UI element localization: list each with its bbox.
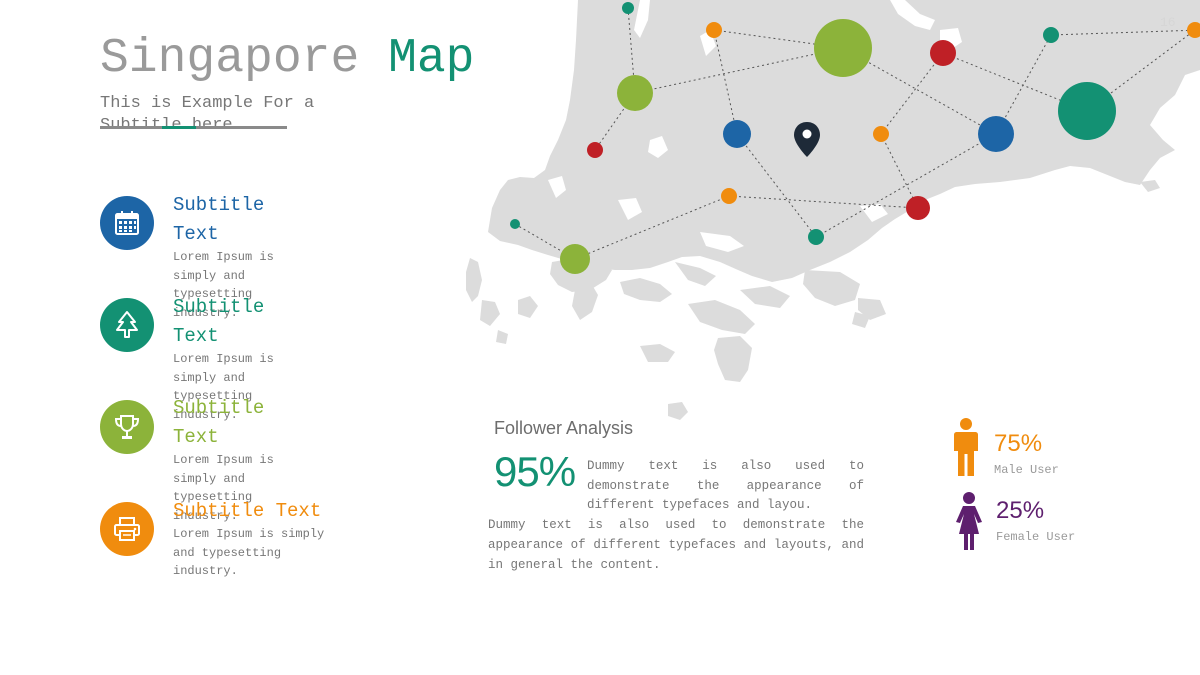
feature-1-title: Subtitle Text: [173, 194, 265, 245]
feature-1-circle: [100, 196, 154, 250]
trophy-icon: [114, 415, 140, 439]
title-part-1: Singapore: [100, 32, 360, 86]
title-part-2: Map: [388, 32, 475, 86]
map-point: [587, 142, 603, 158]
follower-analysis-title: Follower Analysis: [494, 418, 634, 438]
map-point: [906, 196, 930, 220]
male-user-percentage: 75%: [994, 430, 1043, 457]
follower-analysis-text-short: Dummy text is also used to demonstrate t…: [587, 459, 864, 512]
map-point: [723, 120, 751, 148]
page-number: 16: [1160, 15, 1176, 30]
follower-analysis-text-long: Dummy text is also used to demonstrate t…: [488, 518, 864, 572]
calendar-icon: [115, 211, 139, 235]
map-point: [617, 75, 653, 111]
follower-percentage: 95%: [494, 448, 576, 495]
feature-4-description: Lorem Ipsum is simply and typesetting in…: [173, 527, 325, 578]
subtitle-underline-accent: [162, 126, 196, 129]
feature-2-circle: [100, 298, 154, 352]
map-point: [560, 244, 590, 274]
feature-3-circle: [100, 400, 154, 454]
tree-icon: [116, 311, 138, 338]
female-user-icon: [956, 492, 982, 550]
map-point: [622, 2, 634, 14]
feature-4-title: Subtitle Text: [173, 500, 322, 522]
map-point: [1043, 27, 1059, 43]
map-point: [808, 229, 824, 245]
map-point: [510, 219, 520, 229]
map-point: [978, 116, 1014, 152]
map-point: [814, 19, 872, 77]
male-user-label: Male User: [994, 463, 1059, 477]
feature-3-title: Subtitle Text: [173, 397, 265, 448]
printer-icon: [114, 517, 140, 541]
map-point: [930, 40, 956, 66]
map-point: [1058, 82, 1116, 140]
feature-2-title: Subtitle Text: [173, 296, 265, 347]
map-point: [706, 22, 722, 38]
map-point: [873, 126, 889, 142]
female-user-label: Female User: [996, 530, 1076, 544]
map-point: [721, 188, 737, 204]
feature-4-circle: [100, 502, 154, 556]
page-subtitle: This is Example For a Subtitle here: [100, 94, 315, 135]
male-user-icon: [954, 418, 978, 476]
female-user-percentage: 25%: [996, 497, 1045, 524]
page-title: Singapore Map: [100, 30, 474, 88]
